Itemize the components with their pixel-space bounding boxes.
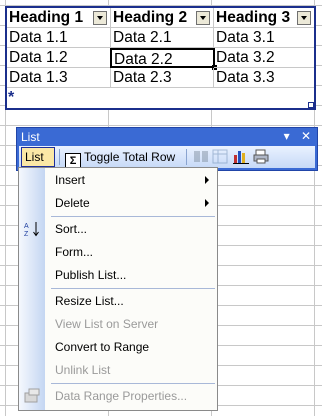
toggle-total-row-label: Toggle Total Row	[84, 150, 176, 164]
list-menu-label: List	[25, 150, 44, 164]
table-row: Data 1.2 Data 2.2 Data 3.2	[7, 48, 314, 70]
list-header-cell-3[interactable]: Heading 3	[214, 8, 314, 28]
header-label: Heading 2	[113, 9, 188, 26]
list-header-cell-1[interactable]: Heading 1	[7, 8, 111, 28]
menu-item-label: Delete	[55, 196, 90, 210]
chart-icon[interactable]	[233, 149, 249, 164]
menu-separator	[51, 288, 215, 289]
menu-item-resize-list[interactable]: Resize List...	[19, 290, 217, 312]
data-range-icon	[24, 388, 41, 404]
menu-item-insert[interactable]: Insert	[19, 169, 217, 191]
menu-item-publish-list[interactable]: Publish List...	[19, 264, 217, 286]
header-label: Heading 3	[216, 9, 291, 26]
svg-text:A: A	[24, 223, 29, 230]
menu-item-view-list-on-server[interactable]: View List on Server	[19, 313, 217, 335]
table-cell[interactable]: Data 1.3	[7, 68, 111, 88]
selected-cell[interactable]: Data 2.2	[110, 48, 217, 70]
menu-item-data-range-properties[interactable]: Data Range Properties...	[19, 385, 217, 407]
list-header-cell-2[interactable]: Heading 2	[111, 8, 214, 28]
sort-az-icon: A Z	[24, 221, 41, 238]
menu-item-delete[interactable]: Delete	[19, 192, 217, 214]
cell-value: Data 2.2	[114, 51, 173, 68]
print-list-icon[interactable]	[253, 149, 269, 164]
menu-item-form[interactable]: Form...	[19, 241, 217, 263]
header-label: Heading 1	[9, 9, 84, 26]
list-menu-button[interactable]: List ▼	[21, 147, 55, 179]
menu-item-label: Data Range Properties...	[55, 389, 188, 403]
refresh-data-icon[interactable]	[212, 149, 228, 164]
table-cell[interactable]: Data 2.3	[111, 68, 214, 88]
toolbar-separator	[59, 149, 60, 165]
autofilter-dropdown-button[interactable]	[93, 11, 107, 25]
menu-item-unlink-list[interactable]: Unlink List	[19, 359, 217, 381]
toolbar-separator	[186, 149, 187, 165]
list-header-row: Heading 1 Heading 2 Heading 3	[7, 8, 314, 28]
menu-item-label: Insert	[55, 173, 86, 187]
submenu-arrow-icon	[205, 176, 209, 184]
insert-row[interactable]: *	[7, 88, 314, 108]
menu-item-label: Sort...	[55, 222, 88, 236]
new-row-marker-icon: *	[8, 89, 15, 106]
menu-separator	[51, 216, 215, 217]
svg-text:Z: Z	[24, 231, 29, 237]
list-toolbar: List ▾ ✕ List ▼ ΣToggle Total Row	[16, 127, 318, 179]
autofilter-dropdown-button[interactable]	[297, 11, 311, 25]
menu-item-label: Publish List...	[55, 268, 127, 282]
toolbar-title: List	[21, 130, 40, 144]
table-cell[interactable]: Data 3.1	[214, 28, 314, 48]
table-cell[interactable]: Data 1.2	[7, 48, 111, 68]
menu-item-label: Form...	[55, 245, 93, 259]
view-on-server-icon[interactable]	[193, 149, 209, 164]
menu-item-label: Convert to Range	[55, 340, 150, 354]
menu-item-label: View List on Server	[55, 317, 159, 331]
table-cell[interactable]: Data 2.1	[111, 28, 214, 48]
autofilter-dropdown-button[interactable]	[196, 11, 210, 25]
menu-item-label: Resize List...	[55, 294, 124, 308]
submenu-arrow-icon	[205, 199, 209, 207]
table-cell[interactable]: Data 3.3	[214, 68, 314, 88]
toolbar-options-icon[interactable]: ▾	[284, 129, 290, 143]
menu-separator	[51, 383, 215, 384]
table-row: Data 1.3 Data 2.3 Data 3.3	[7, 68, 314, 88]
list-dropdown-menu: Insert Delete A Z Sort... Form... Publis…	[18, 167, 218, 411]
toggle-total-row-button[interactable]: Σ Toggle Total Row	[65, 147, 176, 169]
toolbar-bar: List ▼ ΣToggle Total Row	[19, 146, 315, 179]
list-resize-handle[interactable]	[308, 102, 314, 108]
menu-item-sort[interactable]: A Z Sort...	[19, 218, 217, 240]
table-row: Data 1.1 Data 2.1 Data 3.1	[7, 28, 314, 48]
table-cell[interactable]: Data 3.2	[214, 48, 314, 68]
menu-item-convert-to-range[interactable]: Convert to Range	[19, 336, 217, 358]
table-cell[interactable]: Data 1.1	[7, 28, 111, 48]
menu-item-label: Unlink List	[55, 363, 111, 377]
close-icon[interactable]: ✕	[301, 129, 311, 143]
list-table[interactable]: Heading 1 Heading 2 Heading 3 Data 1.1 D…	[5, 6, 316, 110]
